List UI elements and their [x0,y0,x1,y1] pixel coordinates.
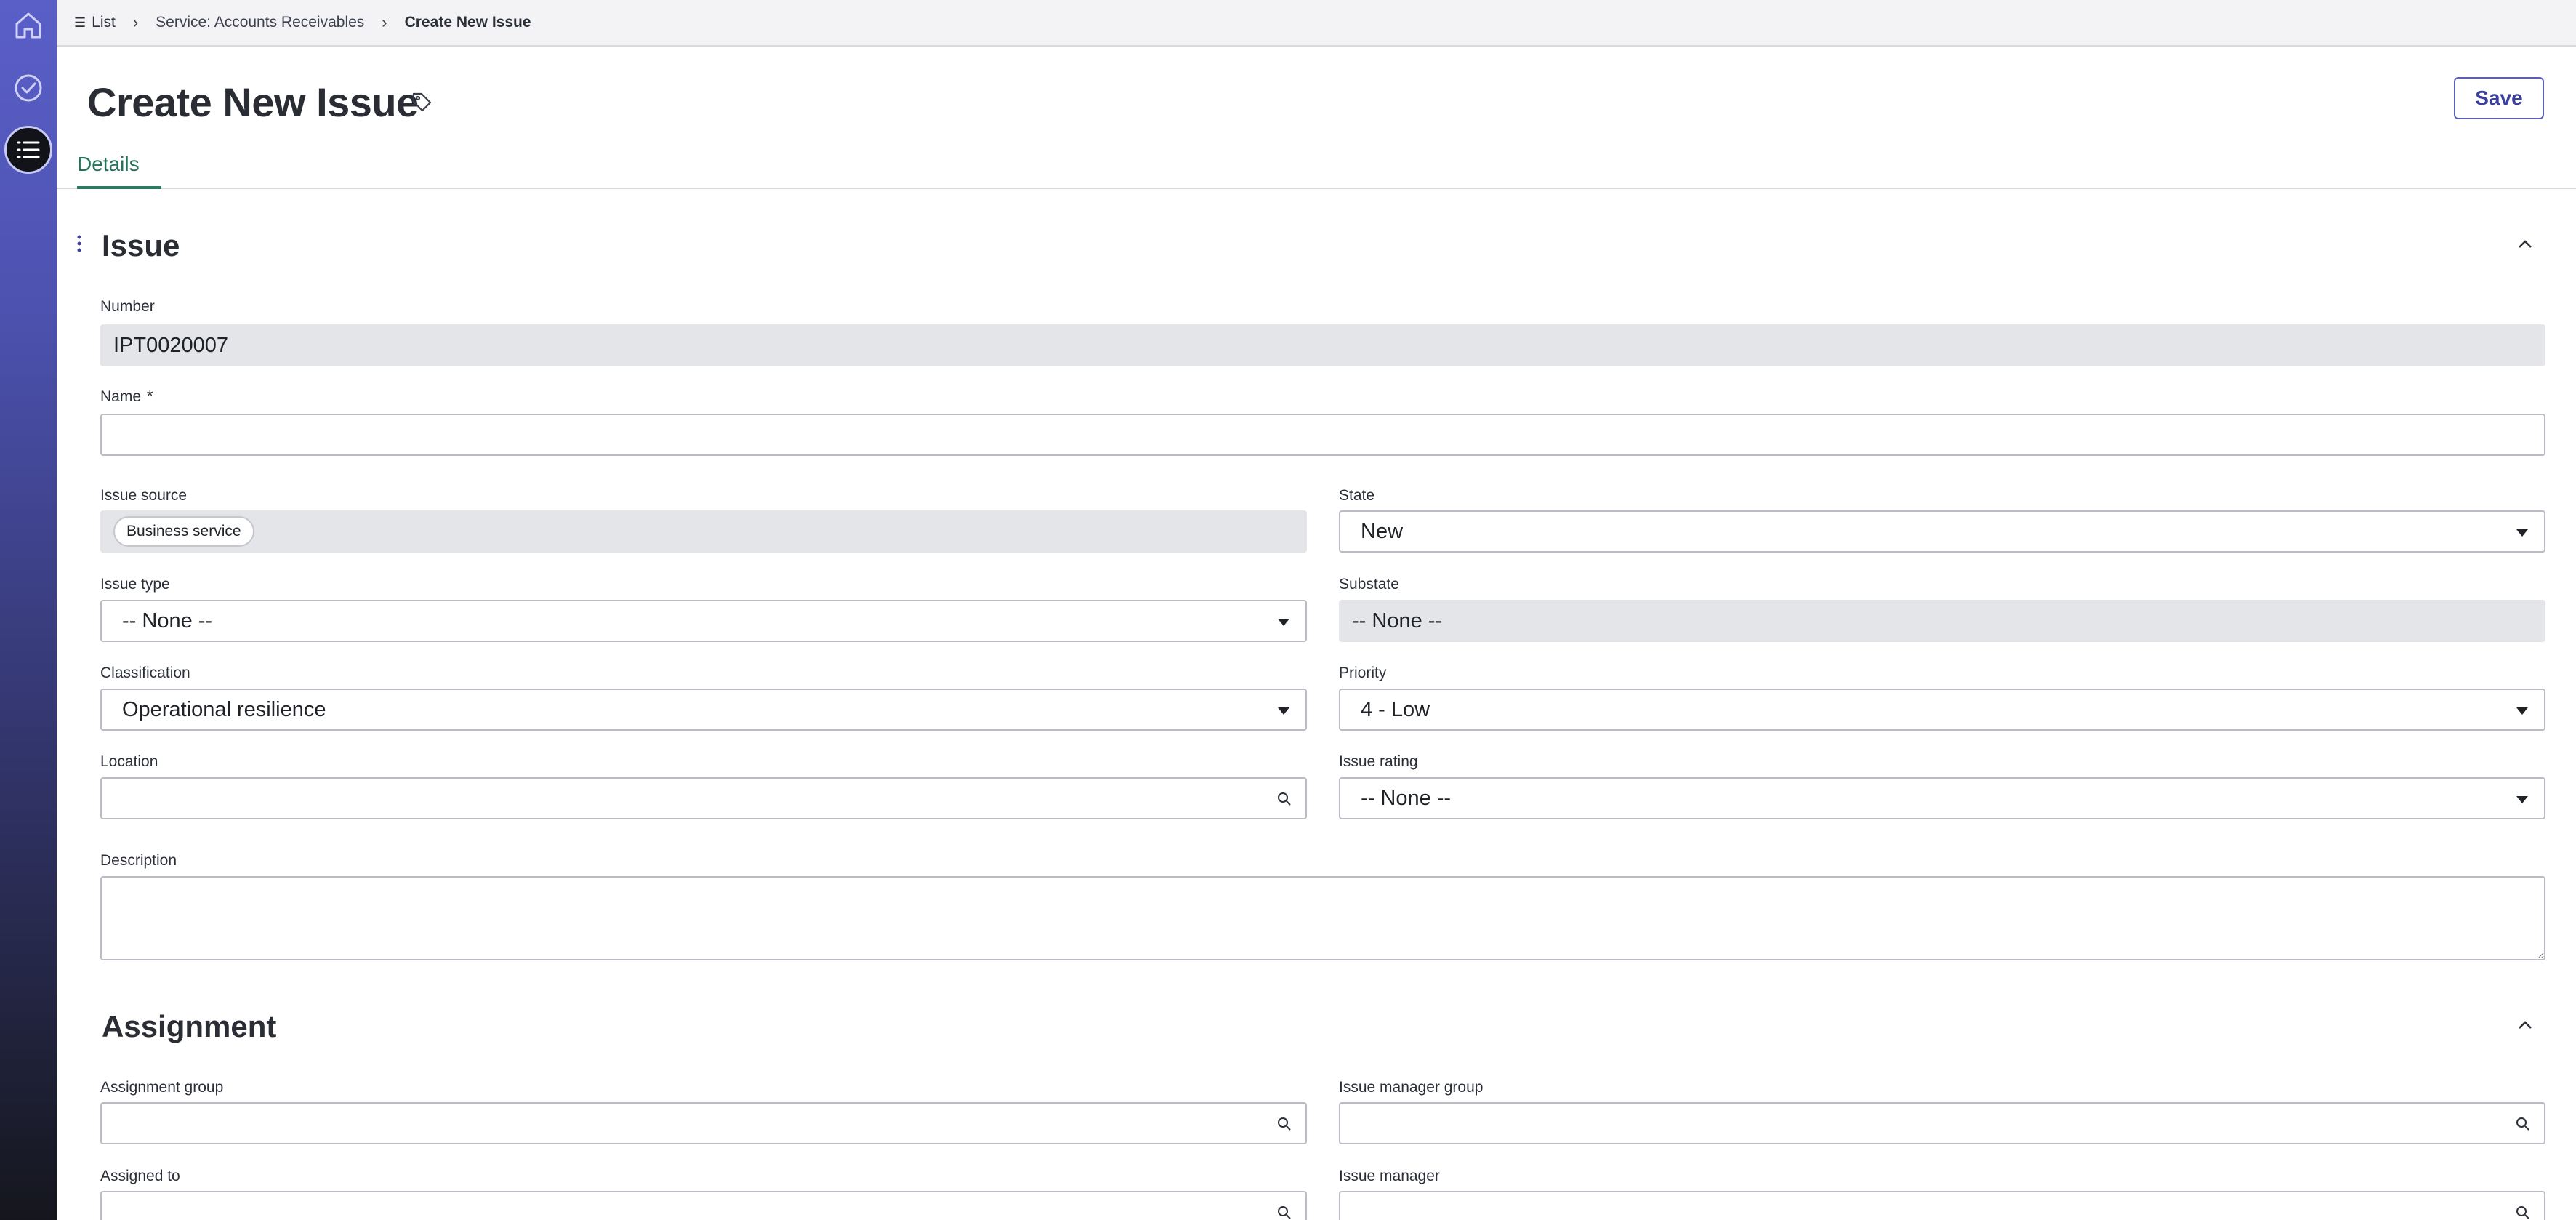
breadcrumb-service[interactable]: Service: Accounts Receivables [156,14,364,31]
section-title-issue: Issue [102,228,180,262]
required-icon: * [147,387,153,405]
assignment-group-label: Assignment group [100,1079,224,1096]
name-label: Name * [100,387,153,406]
check-circle-icon [15,74,42,102]
name-label-text: Name [100,388,142,405]
chevron-right-icon: › [382,13,387,31]
classification-value: Operational resilience [122,697,326,721]
list-icon [17,141,40,158]
home-icon [15,12,41,39]
issue-manager-label: Issue manager [1339,1168,1440,1184]
chevron-up-icon[interactable] [2513,1014,2537,1037]
approvals-button[interactable] [4,64,52,112]
search-icon[interactable] [1276,1116,1292,1132]
priority-select[interactable]: 4 - Low [1339,689,2545,731]
tab-label: Details [77,153,140,175]
location-input[interactable] [100,777,1307,819]
tab-bar: Details [57,150,2576,189]
breadcrumb-item-label: Service: Accounts Receivables [156,14,365,31]
issue-rating-value: -- None -- [1361,786,1452,810]
issue-type-label: Issue type [100,576,170,593]
search-icon[interactable] [2515,1205,2531,1220]
priority-label: Priority [1339,665,1387,681]
location-label: Location [100,753,158,770]
list-small-icon: ☰ [74,15,86,30]
pill-label: Business service [126,523,241,539]
state-value: New [1361,519,1404,543]
tag-icon[interactable] [410,90,433,113]
list-button[interactable] [4,126,52,174]
number-value: IPT0020007 [113,333,229,357]
issue-type-value: -- None -- [122,609,213,633]
description-textarea[interactable] [100,876,2545,960]
chevron-up-icon[interactable] [2513,233,2537,256]
search-icon[interactable] [1276,1205,1292,1220]
chevron-right-icon: › [132,13,139,31]
more-options-icon[interactable] [76,234,83,254]
number-field: IPT0020007 [100,324,2545,366]
substate-value: -- None -- [1352,609,1443,633]
issue-manager-group-label: Issue manager group [1339,1079,1484,1096]
save-button[interactable]: Save [2454,77,2544,119]
priority-value: 4 - Low [1361,697,1430,721]
issue-rating-select[interactable]: -- None -- [1339,777,2545,819]
issue-rating-label: Issue rating [1339,753,1418,770]
issue-source-label: Issue source [100,487,188,504]
assigned-to-input[interactable] [100,1191,1307,1220]
issue-source-pill[interactable]: Business service [113,516,254,547]
assigned-to-label: Assigned to [100,1168,180,1184]
assignment-group-input[interactable] [100,1102,1307,1144]
breadcrumb-item-label: List [92,14,116,31]
classification-label: Classification [100,665,190,681]
number-label: Number [100,298,155,315]
search-icon[interactable] [2515,1116,2531,1132]
breadcrumb-current: Create New Issue [405,14,531,31]
breadcrumb: ☰ List › Service: Accounts Receivables ›… [57,0,2576,47]
issue-type-select[interactable]: -- None -- [100,600,1307,642]
section-title-assignment: Assignment [102,1009,277,1043]
state-label: State [1339,487,1375,504]
tab-details[interactable]: Details [77,151,161,189]
classification-select[interactable]: Operational resilience [100,689,1307,731]
sidebar [0,0,57,1220]
substate-label: Substate [1339,576,1399,593]
breadcrumb-item-label: Create New Issue [404,14,531,31]
page-title: Create New Issue [87,79,419,125]
breadcrumb-list[interactable]: ☰ List [74,14,116,31]
home-button[interactable] [4,1,52,49]
description-label: Description [100,852,177,869]
issue-manager-input[interactable] [1339,1191,2545,1220]
issue-source-field: Business service [100,510,1307,553]
search-icon[interactable] [1276,791,1292,807]
state-select[interactable]: New [1339,510,2545,553]
name-input[interactable] [100,414,2545,456]
issue-manager-group-input[interactable] [1339,1102,2545,1144]
substate-field: -- None -- [1339,600,2545,642]
